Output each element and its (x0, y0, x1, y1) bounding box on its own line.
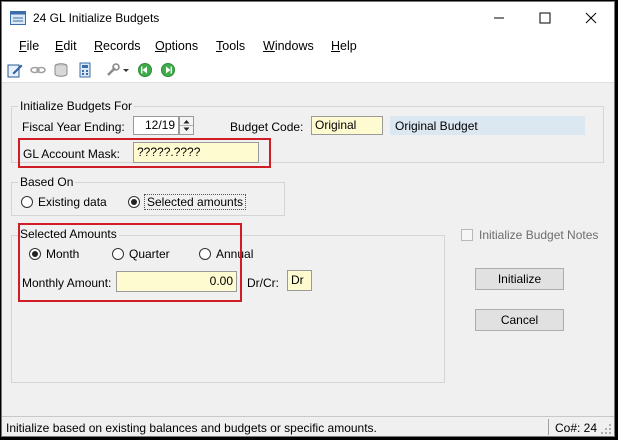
drcr-input[interactable]: Dr (287, 270, 312, 291)
menu-options[interactable]: Options (155, 39, 198, 53)
budget-code-description: Original Budget (395, 119, 478, 133)
database-icon[interactable] (53, 62, 69, 78)
menu-help[interactable]: Help (331, 39, 357, 53)
gl-mask-highlight-box (18, 138, 271, 168)
menu-file[interactable]: File (19, 39, 39, 53)
menu-tools[interactable]: Tools (216, 39, 245, 53)
initialize-notes-label[interactable]: Initialize Budget Notes (479, 228, 598, 242)
fiscal-year-label: Fiscal Year Ending: (22, 120, 125, 134)
app-icon (10, 11, 26, 25)
selected-amounts-radio[interactable] (128, 196, 140, 208)
status-divider (548, 419, 549, 435)
selected-amounts-label[interactable]: Selected amounts (144, 194, 247, 210)
status-bar: Initialize based on existing balances an… (2, 416, 614, 436)
close-icon (585, 12, 597, 24)
budget-code-label: Budget Code: (230, 120, 304, 134)
cancel-button[interactable]: Cancel (475, 309, 564, 331)
chevron-down-icon[interactable] (122, 62, 130, 78)
tools-icon[interactable] (105, 62, 121, 78)
budget-code-description-field: Original Budget (390, 116, 585, 135)
minimize-button[interactable] (476, 2, 522, 34)
maximize-icon (539, 12, 551, 24)
drcr-label: Dr/Cr: (247, 276, 279, 290)
close-button[interactable] (568, 2, 614, 34)
fiscal-year-spinner[interactable] (179, 116, 194, 135)
maximize-button[interactable] (522, 2, 568, 34)
based-on-group-label: Based On (18, 175, 76, 189)
calculator-icon[interactable] (77, 62, 93, 78)
next-icon[interactable] (160, 62, 176, 78)
resize-grip-icon[interactable] (600, 423, 612, 435)
selected-amounts-highlight-box (18, 223, 242, 302)
existing-data-radio[interactable] (21, 196, 33, 208)
existing-data-label[interactable]: Existing data (38, 195, 107, 209)
toolbar (2, 58, 614, 83)
initialize-button[interactable]: Initialize (475, 268, 564, 290)
budget-code-input[interactable]: Original (311, 116, 383, 135)
menu-edit[interactable]: Edit (55, 39, 77, 53)
link-icon[interactable] (30, 62, 46, 78)
app-window: 24 GL Initialize Budgets File Edit Recor… (1, 1, 615, 437)
company-number: Co#: 24 (555, 421, 598, 435)
initialize-notes-checkbox[interactable] (461, 229, 473, 241)
menu-bar: File Edit Records Options Tools Windows … (2, 34, 614, 58)
spinner-arrows-icon (180, 120, 193, 131)
menu-windows[interactable]: Windows (263, 39, 314, 53)
fiscal-year-input[interactable]: 12/19 (133, 116, 179, 135)
previous-icon[interactable] (137, 62, 153, 78)
status-message: Initialize based on existing balances an… (6, 421, 377, 435)
edit-record-icon[interactable] (7, 62, 23, 78)
initialize-budgets-group-label: Initialize Budgets For (18, 99, 135, 113)
minimize-icon (494, 17, 504, 19)
window-title: 24 GL Initialize Budgets (33, 11, 160, 25)
menu-records[interactable]: Records (94, 39, 141, 53)
title-bar[interactable]: 24 GL Initialize Budgets (2, 2, 614, 34)
